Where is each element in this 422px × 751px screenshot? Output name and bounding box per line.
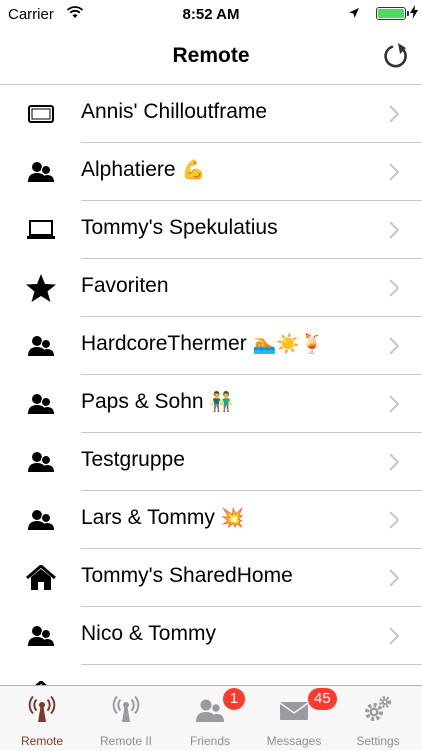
list-item[interactable]: Tommy's Spekulatius	[0, 201, 422, 259]
list-item-label: Nico & Tommy	[81, 622, 216, 645]
list-item[interactable]: HardcoreThermer 🏊☀️🍹	[0, 317, 422, 375]
list-item-partial[interactable]	[0, 665, 422, 685]
notification-badge: 45	[308, 688, 337, 710]
list-item[interactable]: Tommy's SharedHome	[0, 549, 422, 607]
list-item-label: Annis' Chilloutframe	[81, 100, 268, 123]
laptop-icon	[25, 215, 57, 245]
chevron-right-icon	[388, 221, 400, 239]
chevron-right-icon	[388, 163, 400, 181]
list-item-label: Lars & Tommy 💥	[81, 506, 245, 529]
device-list: Annis' Chilloutframe Alphatiere 💪 Tommy's…	[0, 85, 422, 685]
list-item-label: Paps & Sohn 👬	[81, 390, 234, 413]
tab-remote-ii[interactable]: Remote II	[84, 686, 168, 751]
chevron-right-icon	[388, 569, 400, 587]
navigation-bar: Remote	[0, 30, 422, 85]
tab-settings[interactable]: Settings	[336, 686, 420, 751]
group-icon	[25, 621, 57, 651]
chevron-right-icon	[388, 511, 400, 529]
group-icon	[25, 331, 57, 361]
list-item[interactable]: Alphatiere 💪	[0, 143, 422, 201]
chevron-right-icon	[388, 105, 400, 123]
group-icon	[25, 157, 57, 187]
list-item[interactable]: Nico & Tommy	[0, 607, 422, 665]
charging-icon	[410, 5, 418, 22]
status-bar: Carrier 8:52 AM	[0, 0, 422, 30]
page-title: Remote	[172, 44, 250, 67]
list-item[interactable]: Testgruppe	[0, 433, 422, 491]
group-icon	[25, 447, 57, 477]
group-icon	[25, 505, 57, 535]
chevron-right-icon	[388, 337, 400, 355]
list-item[interactable]: Lars & Tommy 💥	[0, 491, 422, 549]
list-item-label: Testgruppe	[81, 448, 185, 471]
battery-tip	[407, 11, 409, 16]
tab-label: Remote	[20, 734, 64, 748]
friends-icon	[195, 694, 225, 724]
list-item-label: Tommy's Spekulatius	[81, 216, 278, 239]
tab-messages[interactable]: 45 Messages	[252, 686, 337, 751]
gears-icon	[363, 694, 393, 724]
list-item-label: Tommy's SharedHome	[81, 564, 293, 587]
list-item-label: Alphatiere 💪	[81, 158, 206, 181]
tablet-icon	[25, 99, 57, 129]
tab-label: Messages	[266, 734, 322, 748]
tab-bar: Remote Remote II 1 Friends 45 Messages S…	[0, 685, 422, 750]
antenna-icon	[27, 694, 57, 724]
list-item-label: HardcoreThermer 🏊☀️🍹	[81, 332, 324, 355]
list-item-label: Favoriten	[81, 274, 169, 297]
tab-label: Settings	[356, 734, 400, 748]
group-icon	[25, 389, 57, 419]
tab-label: Friends	[189, 734, 230, 748]
list-item[interactable]: Annis' Chilloutframe	[0, 85, 422, 143]
tab-label: Remote II	[99, 734, 153, 748]
list-item[interactable]: Favoriten	[0, 259, 422, 317]
chevron-right-icon	[388, 627, 400, 645]
refresh-icon[interactable]	[380, 40, 412, 72]
star-icon	[25, 273, 57, 303]
antenna-icon	[111, 694, 141, 724]
chevron-right-icon	[388, 453, 400, 471]
chevron-right-icon	[388, 395, 400, 413]
battery-icon	[376, 7, 406, 20]
tab-remote[interactable]: Remote	[0, 686, 84, 751]
envelope-icon	[279, 694, 309, 724]
list-item[interactable]: Paps & Sohn 👬	[0, 375, 422, 433]
notification-badge: 1	[223, 688, 245, 710]
chevron-right-icon	[388, 279, 400, 297]
tab-friends[interactable]: 1 Friends	[168, 686, 252, 751]
home-icon	[25, 563, 57, 593]
location-arrow-icon	[348, 6, 360, 23]
